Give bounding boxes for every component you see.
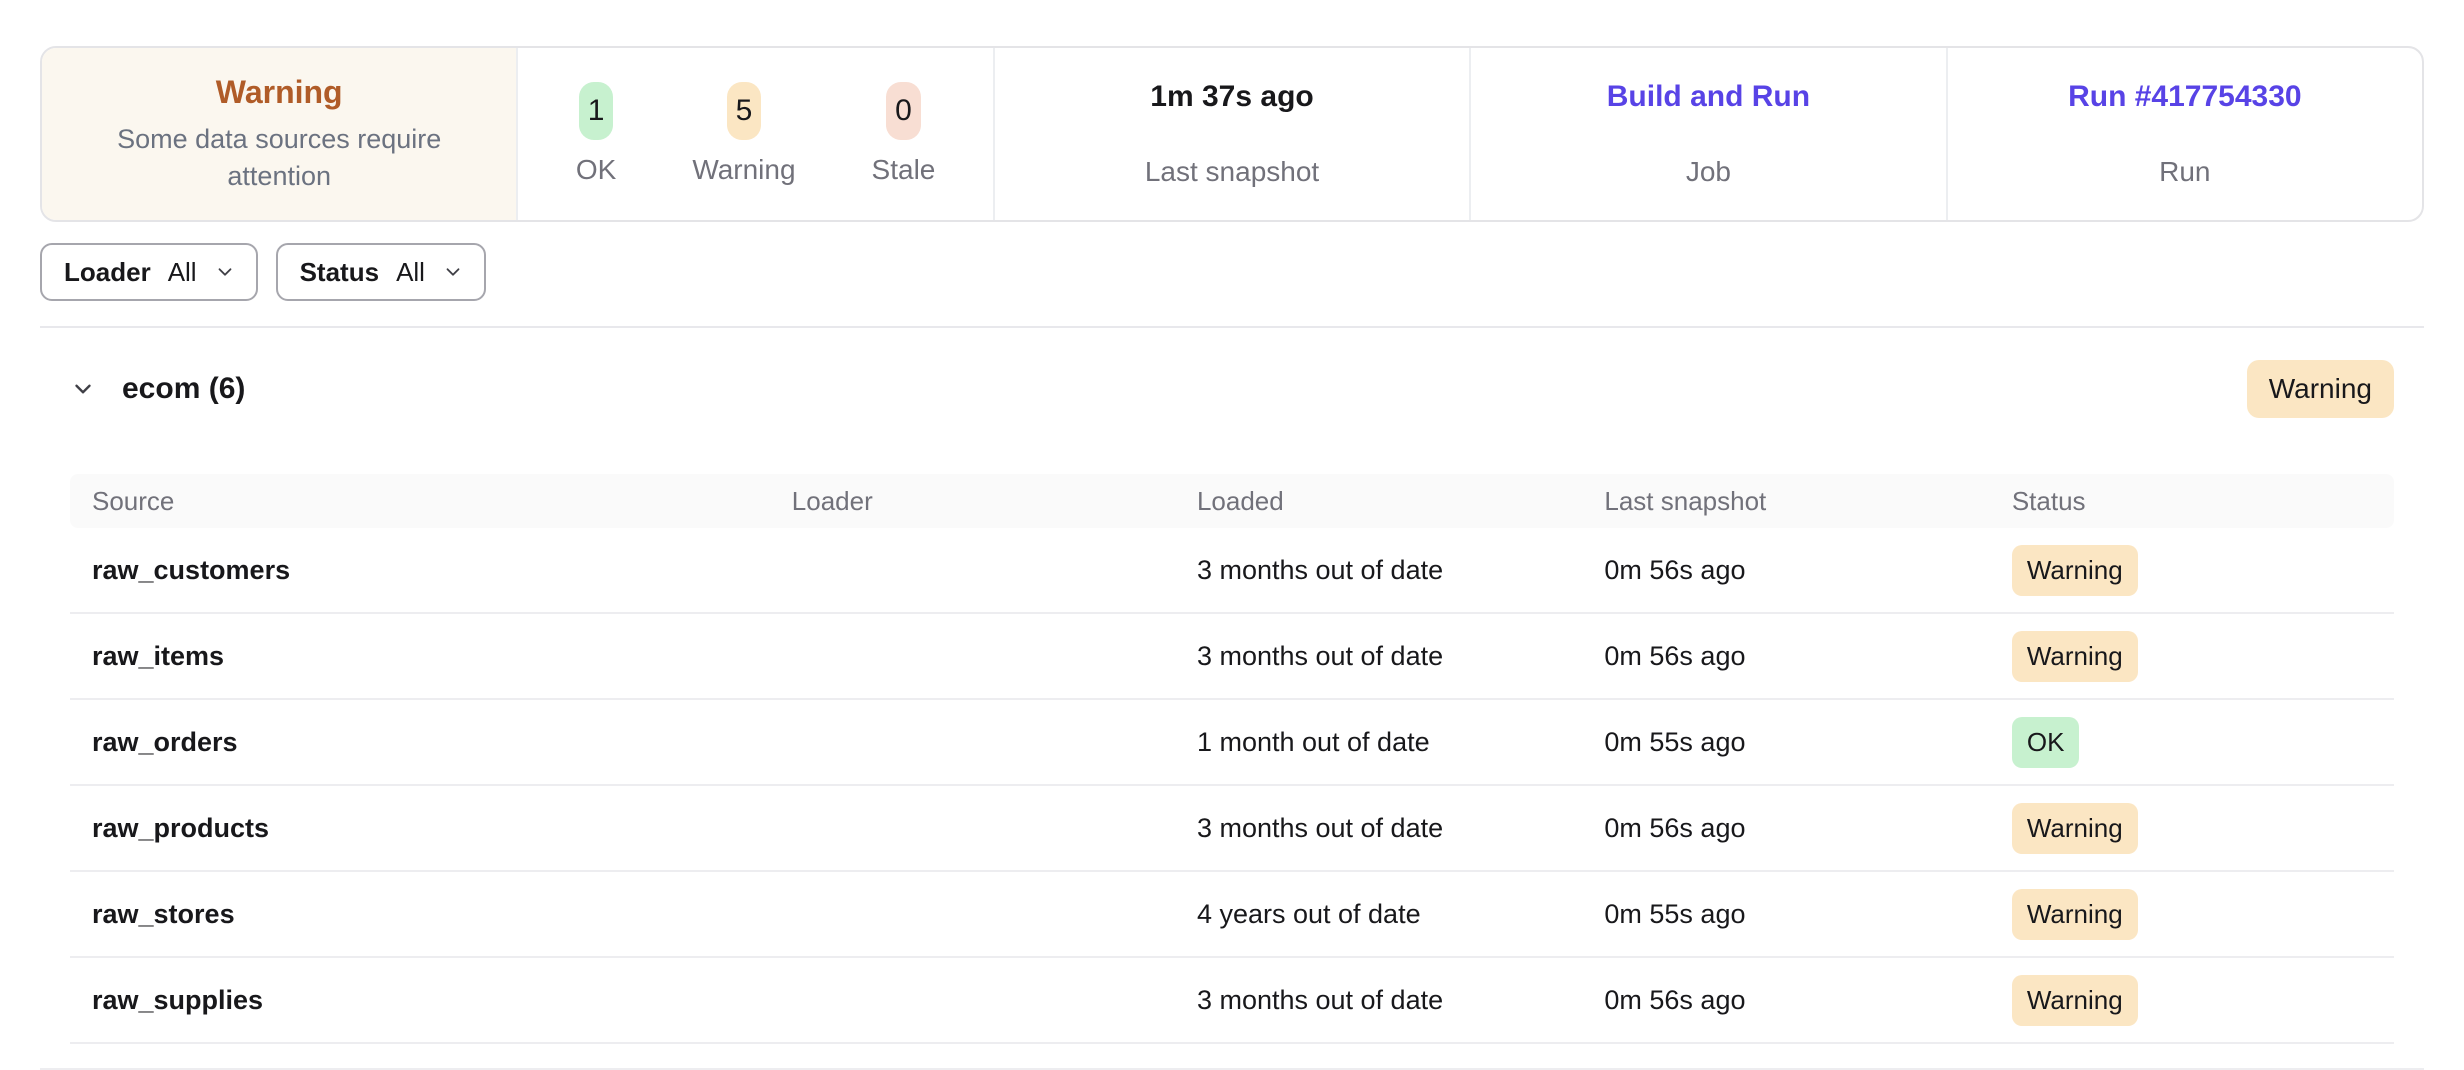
last-snapshot-card: 1m 37s ago Last snapshot: [993, 48, 1469, 220]
job-label: Job: [1686, 156, 1731, 188]
loader-filter-dropdown[interactable]: Loader All: [40, 243, 258, 301]
group-name: ecom (6): [122, 372, 245, 406]
loaded-value: 3 months out of date: [1197, 555, 1604, 586]
chevron-down-icon: [214, 261, 236, 283]
column-header-status: Status: [2012, 486, 2394, 517]
status-badge: Warning: [2012, 631, 2138, 682]
last-snapshot-value: 0m 55s ago: [1604, 899, 2011, 930]
group-expand-toggle[interactable]: ecom (6): [70, 372, 245, 406]
source-name: raw_products: [92, 813, 792, 844]
chevron-down-icon[interactable]: [70, 376, 96, 402]
column-header-loader: Loader: [792, 486, 1197, 517]
column-header-source: Source: [92, 486, 792, 517]
table-row[interactable]: raw_customers 3 months out of date 0m 56…: [70, 528, 2394, 614]
status-filter-dropdown[interactable]: Status All: [276, 243, 486, 301]
status-badge: Warning: [2012, 545, 2138, 596]
status-badge: Warning: [2012, 975, 2138, 1026]
status-badge: OK: [2012, 717, 2080, 768]
run-card: Run #417754330 Run: [1946, 48, 2422, 220]
table-row[interactable]: raw_supplies 3 months out of date 0m 56s…: [70, 958, 2394, 1044]
filter-bar: Loader All Status All: [40, 243, 2424, 301]
job-link[interactable]: Build and Run: [1607, 80, 1810, 114]
status-badge: Warning: [2012, 889, 2138, 940]
overall-status-card: Warning Some data sources require attent…: [42, 48, 516, 220]
status-counts-card: 1 OK 5 Warning 0 Stale: [516, 48, 992, 220]
table-row[interactable]: raw_items 3 months out of date 0m 56s ag…: [70, 614, 2394, 700]
source-name: raw_customers: [92, 555, 792, 586]
loaded-value: 3 months out of date: [1197, 985, 1604, 1016]
status-filter-value: All: [396, 257, 425, 288]
stat-ok-count: 1: [579, 82, 614, 140]
table-row[interactable]: raw_stores 4 years out of date 0m 55s ag…: [70, 872, 2394, 958]
overall-status-title: Warning: [216, 74, 343, 111]
run-label: Run: [2159, 156, 2210, 188]
stat-ok-label: OK: [576, 154, 616, 186]
table-body: raw_customers 3 months out of date 0m 56…: [70, 528, 2394, 1044]
stat-warning: 5 Warning: [692, 82, 795, 186]
column-header-loaded: Loaded: [1197, 486, 1604, 517]
loaded-value: 4 years out of date: [1197, 899, 1604, 930]
loader-filter-name: Loader: [64, 257, 151, 288]
summary-bar: Warning Some data sources require attent…: [40, 46, 2424, 222]
last-snapshot-value: 0m 56s ago: [1604, 641, 2011, 672]
table-row[interactable]: raw_orders 1 month out of date 0m 55s ag…: [70, 700, 2394, 786]
stat-warning-count: 5: [727, 82, 762, 140]
source-name: raw_orders: [92, 727, 792, 758]
column-header-last-snapshot: Last snapshot: [1604, 486, 2011, 517]
overall-status-subtitle: Some data sources require attention: [94, 121, 464, 194]
loaded-value: 3 months out of date: [1197, 813, 1604, 844]
last-snapshot-value: 0m 56s ago: [1604, 813, 2011, 844]
last-snapshot-value: 1m 37s ago: [1150, 80, 1313, 114]
loader-filter-value: All: [168, 257, 197, 288]
loaded-value: 3 months out of date: [1197, 641, 1604, 672]
last-snapshot-value: 0m 56s ago: [1604, 555, 2011, 586]
source-name: raw_supplies: [92, 985, 792, 1016]
stat-stale-count: 0: [886, 82, 921, 140]
loaded-value: 1 month out of date: [1197, 727, 1604, 758]
sources-table: Source Loader Loaded Last snapshot Statu…: [70, 474, 2394, 1044]
stat-stale: 0 Stale: [872, 82, 936, 186]
job-card: Build and Run Job: [1469, 48, 1945, 220]
table-header-row: Source Loader Loaded Last snapshot Statu…: [70, 474, 2394, 528]
run-link[interactable]: Run #417754330: [2068, 80, 2302, 114]
source-name: raw_stores: [92, 899, 792, 930]
last-snapshot-value: 0m 56s ago: [1604, 985, 2011, 1016]
last-snapshot-label: Last snapshot: [1145, 156, 1319, 188]
status-filter-name: Status: [300, 257, 379, 288]
source-name: raw_items: [92, 641, 792, 672]
status-badge: Warning: [2012, 803, 2138, 854]
last-snapshot-value: 0m 55s ago: [1604, 727, 2011, 758]
divider: [40, 326, 2424, 328]
stat-warning-label: Warning: [692, 154, 795, 186]
group-status-badge: Warning: [2247, 360, 2394, 418]
stat-ok: 1 OK: [576, 82, 616, 186]
table-row[interactable]: raw_products 3 months out of date 0m 56s…: [70, 786, 2394, 872]
chevron-down-icon: [442, 261, 464, 283]
group-header-ecom: ecom (6) Warning: [70, 360, 2394, 418]
stat-stale-label: Stale: [872, 154, 936, 186]
